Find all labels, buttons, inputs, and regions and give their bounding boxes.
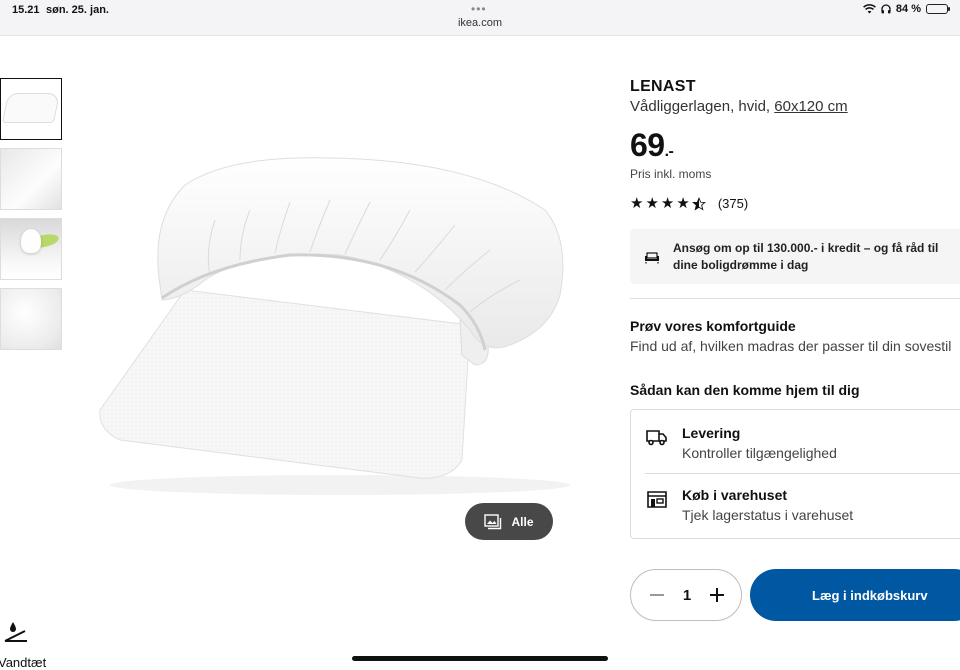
- product-size-link[interactable]: 60x120 cm: [774, 98, 847, 115]
- thumbnail-4[interactable]: [0, 288, 62, 350]
- quantity-value[interactable]: 1: [683, 587, 691, 604]
- water-drop-icon: [4, 622, 27, 642]
- product-description: Vådliggerlagen, hvid, 60x120 cm: [630, 98, 960, 115]
- browser-status-bar: 15.21 søn. 25. jan. ••• ikea.com 84 %: [0, 0, 960, 36]
- delivery-option-subtitle: Tjek lagerstatus i varehuset: [682, 507, 854, 523]
- price-value: 69: [630, 127, 665, 163]
- product-type: Vådliggerlagen, hvid,: [630, 98, 771, 115]
- product-price: 69.-: [630, 127, 960, 164]
- credit-banner[interactable]: Ansøg om op til 130.000.- i kredit – og …: [630, 229, 960, 284]
- delivery-option-subtitle: Kontroller tilgængelighed: [682, 445, 837, 461]
- more-dots-icon[interactable]: •••: [471, 2, 487, 16]
- divider: [630, 298, 960, 299]
- thumbnail-2[interactable]: [0, 148, 62, 210]
- product-name: LENAST: [630, 78, 696, 95]
- truck-icon: [646, 430, 667, 446]
- sofa-icon: [645, 251, 659, 263]
- home-indicator[interactable]: [352, 656, 608, 661]
- headphones-icon: [881, 4, 891, 14]
- delivery-heading: Sådan kan den komme hjem til dig: [630, 382, 860, 398]
- clock: 15.21: [12, 4, 40, 16]
- thumbnail-list: [0, 78, 62, 358]
- credit-text: Ansøg om op til 130.000.- i kredit – og …: [673, 240, 938, 274]
- feature-label: Vandtæt: [0, 655, 47, 670]
- store-icon: [647, 491, 667, 508]
- status-icons: 84 %: [863, 3, 950, 15]
- decrease-quantity-button[interactable]: [647, 585, 667, 605]
- price-suffix: .-: [664, 143, 674, 160]
- star-icon: ★: [676, 195, 690, 212]
- wifi-icon: [863, 4, 876, 14]
- half-star-icon: [691, 196, 706, 210]
- thumbnail-1[interactable]: [0, 78, 62, 140]
- product-image[interactable]: [90, 140, 580, 510]
- view-all-images-button[interactable]: Alle: [465, 503, 553, 540]
- quantity-stepper: 1: [630, 569, 742, 621]
- battery-icon: [926, 4, 950, 14]
- star-icon: ★: [660, 195, 675, 212]
- thumbnail-3[interactable]: [0, 218, 62, 280]
- address-bar[interactable]: ikea.com: [0, 17, 960, 29]
- delivery-option-home[interactable]: Levering Kontroller tilgængelighed: [631, 410, 960, 472]
- credit-text-line-2: dine boligdrømme i dag: [673, 257, 809, 272]
- comfort-guide-link[interactable]: Prøv vores komfortguide Find ud af, hvil…: [630, 318, 960, 354]
- review-count: (375): [717, 196, 749, 211]
- view-all-label: Alle: [511, 514, 534, 529]
- star-icon: ★: [645, 195, 659, 212]
- gallery-icon: [484, 513, 502, 529]
- credit-text-line-1: Ansøg om op til 130.000.- i kredit – og …: [673, 240, 939, 255]
- feature-waterproof: Vandtæt: [0, 620, 62, 670]
- product-info: LENAST Vådliggerlagen, hvid, 60x120 cm 6…: [630, 78, 960, 211]
- comfort-title: Prøv vores komfortguide: [630, 318, 796, 334]
- add-to-cart-button[interactable]: Læg i indkøbskurv: [750, 569, 960, 621]
- delivery-options: Levering Kontroller tilgængelighed Køb i…: [630, 409, 960, 539]
- price-note: Pris inkl. moms: [630, 167, 712, 181]
- comfort-text: Find ud af, hvilken madras der passer ti…: [630, 338, 952, 354]
- star-icon: ★: [630, 195, 644, 212]
- battery-percentage: 84 %: [895, 3, 921, 15]
- delivery-option-title: Køb i varehuset: [682, 487, 788, 503]
- rating[interactable]: ★ ★ ★ ★ (375): [630, 196, 960, 211]
- increase-quantity-button[interactable]: [707, 585, 727, 605]
- delivery-option-title: Levering: [682, 425, 741, 441]
- date: søn. 25. jan.: [46, 4, 109, 16]
- delivery-option-store[interactable]: Køb i varehuset Tjek lagerstatus i vareh…: [631, 472, 960, 534]
